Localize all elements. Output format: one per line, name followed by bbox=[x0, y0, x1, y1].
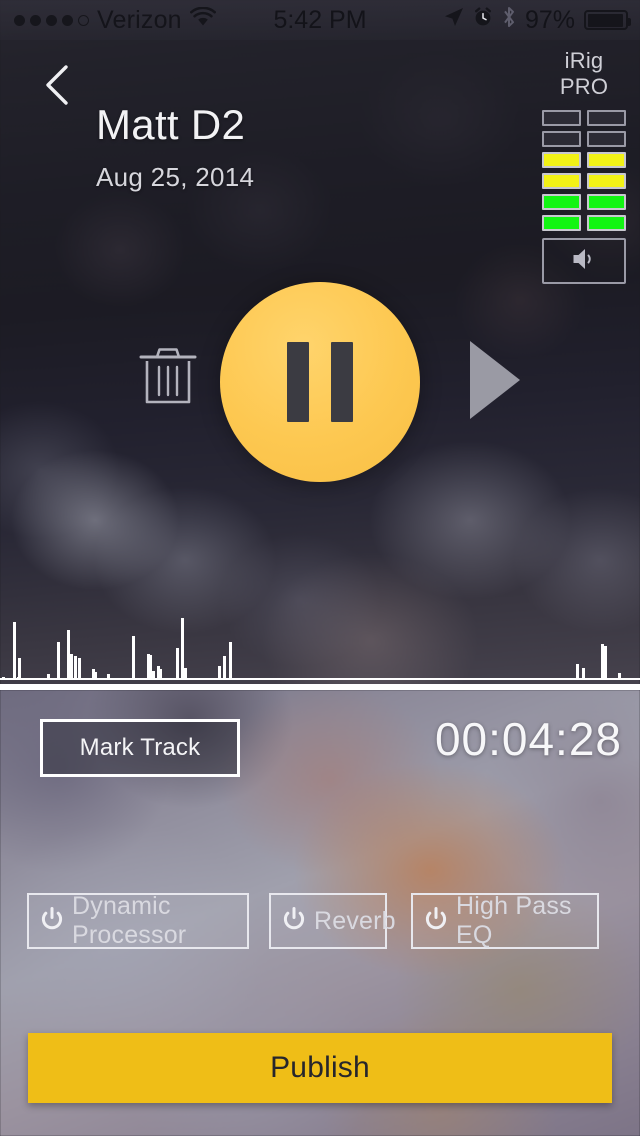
effect-label: High Pass EQ bbox=[456, 892, 572, 949]
trash-icon[interactable] bbox=[139, 344, 197, 406]
effect-label: Reverb bbox=[314, 906, 396, 935]
level-meter-led bbox=[542, 152, 581, 168]
input-level-meter bbox=[542, 110, 626, 231]
level-meter-led bbox=[542, 194, 581, 210]
effect-label: Dynamic Processor bbox=[72, 892, 187, 949]
level-meter-led bbox=[542, 110, 581, 126]
level-meter-led bbox=[587, 194, 626, 210]
level-meter-led bbox=[587, 110, 626, 126]
battery-full-icon bbox=[584, 10, 631, 30]
effects-row: Dynamic Processor Reverb High Pass EQ bbox=[0, 892, 640, 949]
status-bar-clock: 5:42 PM bbox=[273, 5, 367, 34]
recording-screen: Verizon 5:42 PM 97% Matt D2 Aug 25, 2014… bbox=[0, 0, 640, 1136]
level-meter-led bbox=[542, 215, 581, 231]
waveform-bar bbox=[222, 656, 226, 680]
level-meter-led bbox=[587, 131, 626, 147]
effect-toggle-reverb[interactable]: Reverb bbox=[269, 893, 396, 949]
waveform-bar bbox=[176, 648, 180, 680]
waveform[interactable] bbox=[0, 570, 640, 690]
level-meter-led bbox=[587, 215, 626, 231]
waveform-bar bbox=[77, 658, 81, 680]
power-icon bbox=[283, 906, 305, 936]
waveform-bar bbox=[228, 642, 232, 680]
level-meter-led bbox=[542, 173, 581, 189]
pause-icon-bar-left bbox=[287, 342, 309, 422]
level-meter-led bbox=[587, 152, 626, 168]
power-icon bbox=[425, 906, 447, 936]
speaker-icon bbox=[570, 246, 598, 277]
page-title: Matt D2 bbox=[96, 101, 246, 148]
waveform-bar bbox=[56, 642, 60, 680]
publish-button[interactable]: Publish bbox=[28, 1033, 612, 1103]
pause-icon-bar-right bbox=[331, 342, 353, 422]
input-device-panel: iRig PRO bbox=[542, 48, 626, 284]
status-bar: Verizon 5:42 PM 97% bbox=[0, 0, 640, 40]
back-chevron-icon[interactable] bbox=[44, 64, 70, 106]
waveform-bar bbox=[603, 646, 607, 680]
record-pause-button[interactable] bbox=[220, 282, 420, 482]
waveform-bars bbox=[0, 570, 640, 680]
waveform-bar bbox=[13, 622, 17, 680]
level-meter-led bbox=[587, 173, 626, 189]
mark-track-button[interactable]: Mark Track bbox=[40, 719, 240, 777]
recording-date: Aug 25, 2014 bbox=[96, 162, 255, 192]
input-device-label: iRig PRO bbox=[559, 48, 609, 99]
play-icon[interactable] bbox=[467, 338, 523, 427]
waveform-bar bbox=[17, 658, 21, 680]
waveform-bar bbox=[70, 654, 74, 680]
power-icon bbox=[41, 906, 63, 936]
mark-track-row: Mark Track 00:04:28 bbox=[0, 712, 640, 792]
level-meter-led bbox=[542, 131, 581, 147]
effect-toggle-high-pass-eq[interactable]: High Pass EQ bbox=[411, 892, 599, 949]
transport-controls bbox=[0, 282, 640, 487]
waveform-baseline bbox=[0, 684, 640, 690]
effect-toggle-dynamic-processor[interactable]: Dynamic Processor bbox=[27, 892, 249, 949]
elapsed-time: 00:04:28 bbox=[434, 713, 622, 765]
speaker-monitor-button[interactable] bbox=[542, 238, 626, 284]
waveform-bar bbox=[132, 636, 136, 680]
